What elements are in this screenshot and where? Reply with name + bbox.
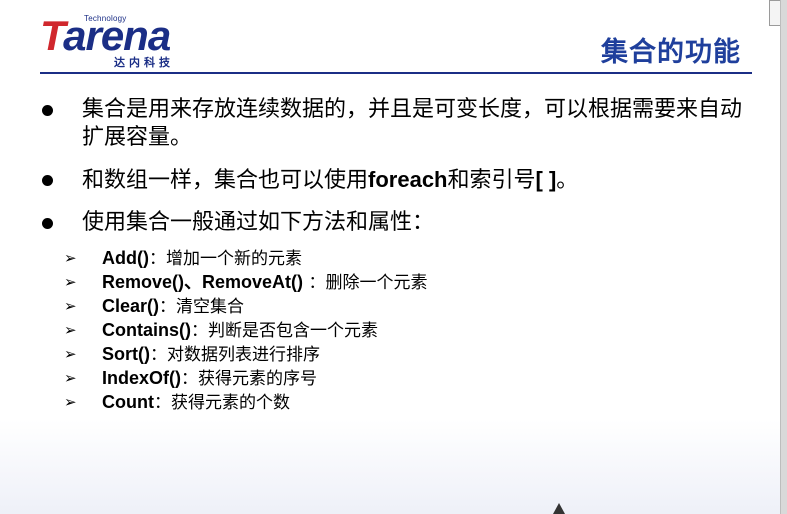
- logo-wordmark: Tarena: [40, 15, 171, 57]
- bullet-item: 和数组一样，集合也可以使用foreach和索引号[ ]。: [40, 166, 760, 195]
- method-description: 判断是否包含一个元素: [208, 321, 378, 341]
- bullet-text-pre: 和数组一样，集合也可以使用: [82, 168, 369, 193]
- method-separator: ：: [153, 393, 171, 413]
- method-name: Sort(): [102, 344, 150, 364]
- bullet-text-mid: 和索引号: [447, 168, 536, 193]
- method-item: ➢ IndexOf()：获得元素的序号: [62, 366, 662, 390]
- method-name: Clear(): [102, 296, 160, 316]
- method-name: Contains(): [102, 320, 191, 340]
- method-name: Add(): [102, 248, 149, 268]
- method-name: Count: [102, 392, 154, 412]
- arrow-right-icon: ➢: [64, 345, 77, 363]
- method-separator: ：: [191, 321, 208, 341]
- bullet-item: 集合是用来存放连续数据的，并且是可变长度，可以根据需要来自动扩展容量。: [40, 96, 760, 152]
- method-name: IndexOf(): [102, 368, 181, 388]
- bullet-text: 集合是用来存放连续数据的，并且是可变长度，可以根据需要来自动扩展容量。: [82, 97, 743, 150]
- slide-title: 集合的功能: [601, 37, 741, 68]
- method-description: 获得元素的个数: [170, 393, 290, 413]
- method-description: 增加一个新的元素: [165, 249, 302, 269]
- method-item: ➢ Add()：增加一个新的元素: [62, 246, 662, 270]
- arrow-right-icon: ➢: [64, 249, 77, 267]
- bullet-list: 集合是用来存放连续数据的，并且是可变长度，可以根据需要来自动扩展容量。 和数组一…: [40, 96, 760, 237]
- bullet-text-post: 。: [556, 168, 579, 193]
- method-separator: ：: [181, 369, 198, 389]
- logo-letters-rest: arena: [63, 12, 171, 59]
- bullet-item: 使用集合一般通过如下方法和属性：: [40, 209, 760, 237]
- logo-letter-t: T: [40, 12, 64, 59]
- bullet-dot-icon: [42, 175, 53, 186]
- arrow-right-icon: ➢: [64, 321, 77, 339]
- bullet-text: 使用集合一般通过如下方法和属性：: [82, 210, 435, 235]
- bullet-keyword-foreach: foreach: [368, 167, 448, 192]
- method-item: ➢ Count：获得元素的个数: [62, 390, 662, 414]
- method-separator: ：: [148, 249, 166, 269]
- method-list: ➢ Add()：增加一个新的元素 ➢ Remove()、RemoveAt() ：删除…: [62, 246, 662, 414]
- method-description: 获得元素的序号: [198, 369, 317, 389]
- mouse-cursor-icon: [553, 503, 565, 514]
- method-item: ➢ Sort()：对数据列表进行排序: [62, 342, 662, 366]
- method-description: 清空集合: [176, 297, 245, 317]
- logo-chinese-name: 达内科技: [114, 56, 174, 69]
- method-description: 对数据列表进行排序: [167, 345, 320, 365]
- method-item: ➢ Contains()：判断是否包含一个元素: [62, 318, 662, 342]
- bullet-keyword-index: [ ]: [535, 167, 557, 192]
- method-name: Remove()、RemoveAt(): [102, 272, 304, 292]
- tarena-logo: Technology Tarena 达内科技: [40, 14, 200, 70]
- bullet-dot-icon: [42, 218, 53, 229]
- arrow-right-icon: ➢: [64, 273, 77, 291]
- method-separator: ：: [303, 273, 326, 293]
- slide: Technology Tarena 达内科技 集合的功能 集合是用来存放连续数据…: [0, 0, 787, 514]
- arrow-right-icon: ➢: [64, 297, 77, 315]
- method-item: ➢ Remove()、RemoveAt() ：删除一个元素: [62, 270, 662, 294]
- title-divider: [40, 72, 752, 74]
- arrow-right-icon: ➢: [64, 369, 77, 387]
- bullet-dot-icon: [42, 105, 53, 116]
- arrow-right-icon: ➢: [64, 393, 77, 411]
- window-scrollbar[interactable]: [780, 0, 787, 514]
- method-item: ➢ Clear()：清空集合: [62, 294, 662, 318]
- method-separator: ：: [150, 345, 167, 365]
- method-separator: ：: [159, 297, 177, 317]
- method-description: 删除一个元素: [325, 273, 428, 293]
